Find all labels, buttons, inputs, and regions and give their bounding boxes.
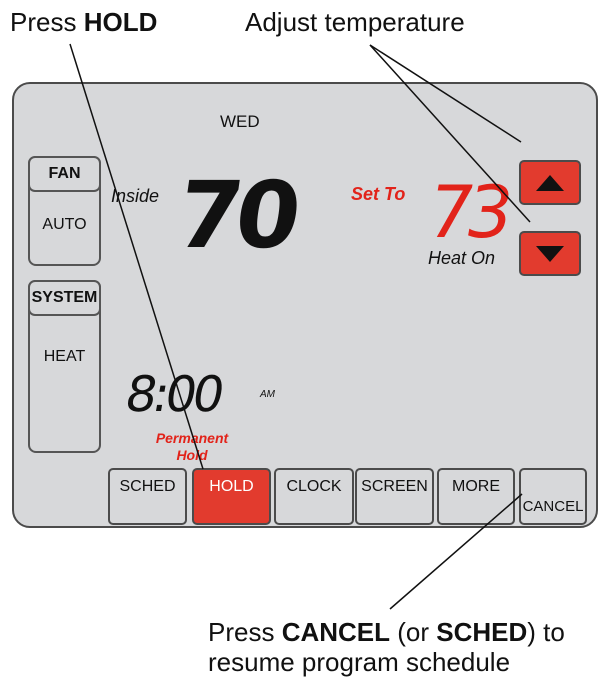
press-cancel-prefix: Press [208,617,282,647]
adjust-temperature-text: Adjust temperature [245,7,465,37]
set-temperature: 73 [420,170,514,254]
sched-button[interactable]: SCHED [108,468,187,525]
system-panel[interactable]: SYSTEM HEAT [28,280,101,453]
press-hold-keyword: HOLD [83,7,158,37]
heat-status: Heat On [428,248,496,268]
thermostat-diagram: Press HOLD Adjust temperature Press CANC… [0,0,601,693]
clock-button[interactable]: CLOCK [274,468,354,525]
cancel-keyword: CANCEL [281,617,391,647]
inside-temperature: 70 [170,162,302,269]
set-to-label: Set To [351,184,406,204]
system-mode-value: HEAT [43,348,86,365]
sched-keyword: SCHED [436,617,528,647]
fan-panel[interactable]: FAN AUTO [28,156,101,266]
hold-button[interactable]: HOLD [192,468,271,525]
cancel-button[interactable]: CANCEL [519,468,587,525]
thermostat-device: WED FAN AUTO SYSTEM HEAT Inside 70 Set T… [12,82,598,528]
up-arrow-icon [536,174,564,191]
fan-mode-value: AUTO [42,216,87,233]
inside-label: Inside [111,186,160,206]
press-cancel-mid: (or [390,617,437,647]
system-header: SYSTEM [28,280,101,316]
temperature-down-button[interactable] [519,231,581,276]
meridiem-label: AM [260,389,275,400]
screen-button[interactable]: SCREEN [355,468,434,525]
fan-header: FAN [28,156,101,192]
time-display: 8:00 [120,366,226,423]
day-label: WED [220,112,260,131]
press-cancel-line-1: Press CANCEL (or SCHED) to [208,617,565,648]
press-cancel-callout: Press CANCEL (or SCHED) to resume progra… [208,617,565,678]
resume-schedule-line: resume program schedule [208,646,511,677]
hold-status: Permanent Hold [142,430,242,464]
adjust-temperature-callout: Adjust temperature [245,7,465,38]
temperature-up-button[interactable] [519,160,581,205]
hold-status-line-2: Hold [176,447,208,463]
press-hold-callout: Press HOLD [10,7,158,38]
hold-status-line-1: Permanent [155,430,229,446]
press-hold-prefix: Press [10,7,84,37]
press-cancel-suffix: ) to [527,617,565,647]
more-button[interactable]: MORE [437,468,515,525]
down-arrow-icon [536,245,564,262]
